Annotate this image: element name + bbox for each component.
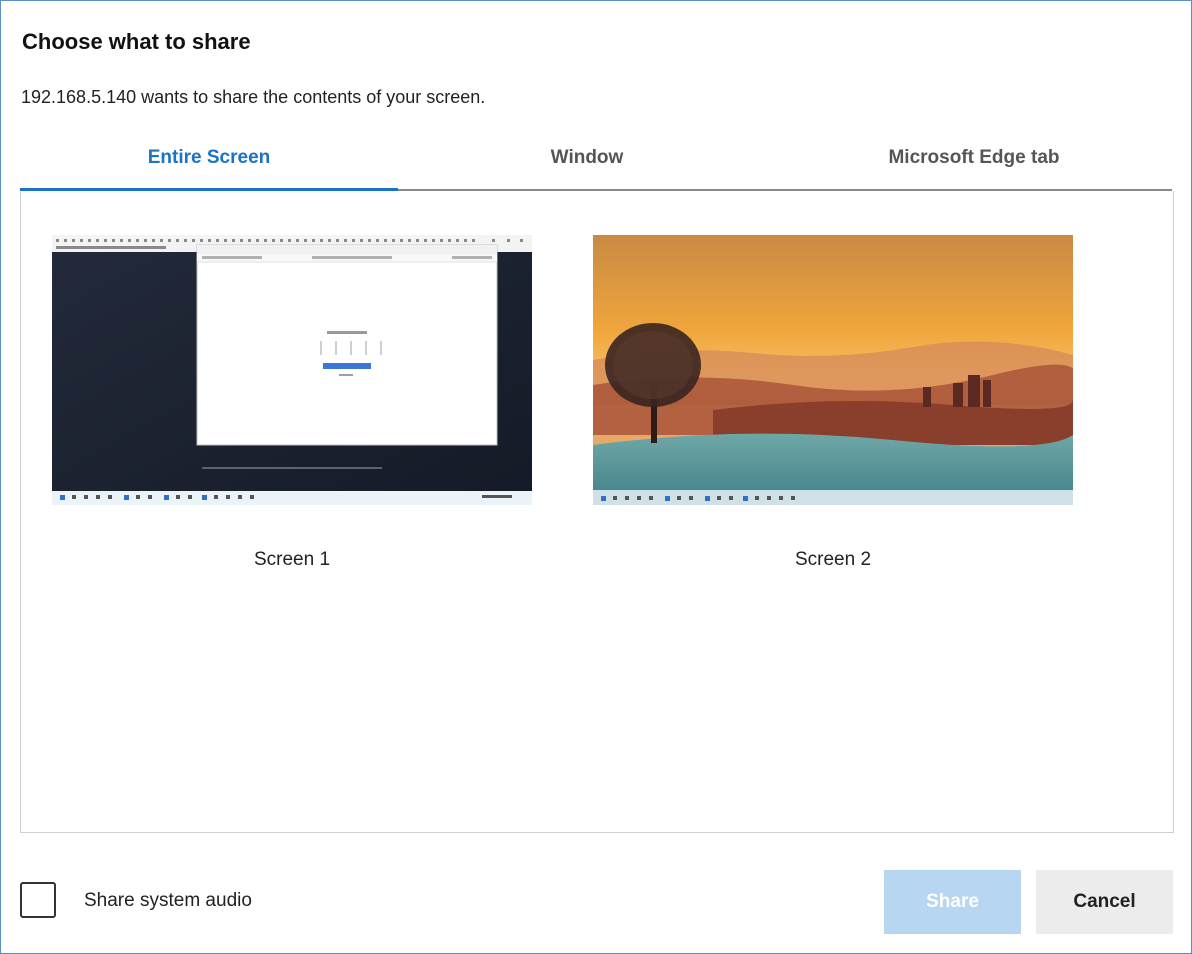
screen-2-thumbnail <box>593 235 1073 505</box>
share-button[interactable]: Share <box>884 870 1021 934</box>
screen-1-option[interactable]: Screen 1 <box>52 235 532 585</box>
screen-1-label: Screen 1 <box>253 549 331 570</box>
tab-window[interactable]: Window <box>398 141 776 189</box>
tab-edge-tab[interactable]: Microsoft Edge tab <box>776 141 1172 189</box>
share-dialog: Choose what to share 192.168.5.140 wants… <box>0 0 1192 954</box>
screen-1-thumbnail <box>52 235 532 505</box>
tab-entire-screen[interactable]: Entire Screen <box>20 141 398 191</box>
cancel-button[interactable]: Cancel <box>1036 870 1173 934</box>
screen-list-panel: Screen 1 Screen 2 <box>20 191 1174 833</box>
dialog-title: Choose what to share <box>22 29 251 54</box>
tab-bar: Entire Screen Window Microsoft Edge tab <box>20 141 1172 191</box>
dialog-subtitle: 192.168.5.140 wants to share the content… <box>21 87 486 107</box>
share-audio-checkbox[interactable] <box>20 882 56 918</box>
screen-2-option[interactable]: Screen 2 <box>593 235 1073 585</box>
screen-2-label: Screen 2 <box>794 549 872 570</box>
share-audio-label: Share system audio <box>84 890 252 911</box>
